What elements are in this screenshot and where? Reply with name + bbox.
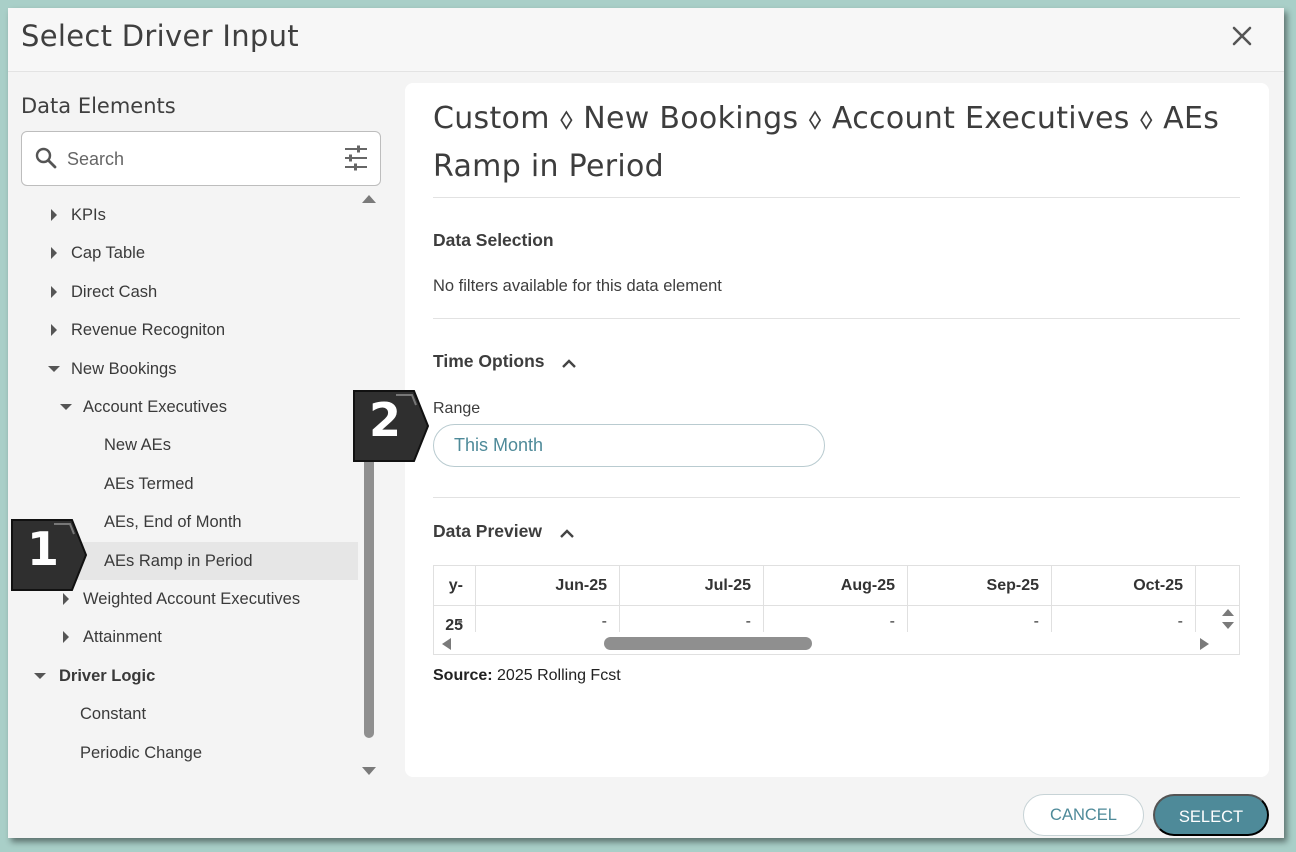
data-preview-grid[interactable]: y-25 Jun-25 Jul-25 Aug-25 Sep-25 Oct-25 -----… [433,565,1240,655]
data-selection-title: Data Selection [433,230,554,250]
filter-settings-icon[interactable] [344,145,368,176]
time-options-title: Time Options [433,351,545,371]
range-label: Range [433,400,481,417]
search-box[interactable] [21,131,381,186]
search-icon [34,146,58,175]
divider [433,318,1240,319]
element-detail-panel: Custom ⬨ New Bookings ⬨ Account Executiv… [405,83,1269,777]
callout-number: 2 [368,393,401,447]
callout-badge-1: 1 [10,518,88,592]
tree-item-label: Account Executives [83,398,227,416]
tree-item[interactable]: Attainment [21,618,358,656]
column-header: Sep-25 [908,566,1052,605]
caret-down-icon[interactable] [33,657,47,695]
column-header [1196,566,1239,605]
tree-item[interactable]: Account Executives [21,388,358,426]
grid-horizontal-scroll[interactable] [434,632,1239,654]
data-preview-header: Data Preview [433,521,575,543]
grid-cell: - [764,606,908,632]
tree-item[interactable]: Driver Logic [21,657,358,695]
grid-header-row: y-25 Jun-25 Jul-25 Aug-25 Sep-25 Oct-25 [434,566,1239,634]
tree-item[interactable]: Direct Cash [21,273,358,311]
grid-cell: - [908,606,1052,632]
scroll-down-arrow-icon [362,767,376,775]
tree-item[interactable]: Cap Table [21,234,358,272]
tree-item-label: Periodic Change [80,743,202,762]
callout-badge-2: 2 [352,389,430,463]
data-source: Source: 2025 Rolling Fcst [433,667,621,685]
tree-item-label: AEs Ramp in Period [104,551,253,570]
tree-item-label: Weighted Account Executives [83,590,301,608]
tree-item[interactable]: Revenue Recogniton [21,311,358,349]
tree-item-label: New AEs [104,436,171,455]
divider [433,197,1240,198]
grid-cell: - [434,606,476,632]
data-elements-tree: KPIs Cap Table Direct Cash Revenue Recognit… [21,196,359,786]
tree-item-label: New Bookings [71,359,177,378]
grid-cell: - [476,606,620,632]
scroll-up-arrow-icon [362,195,376,203]
callout-number: 1 [26,522,59,576]
tree-scroll-thumb[interactable] [364,418,374,738]
close-icon[interactable] [1228,22,1256,50]
column-header: y-25 [434,566,476,634]
caret-right-icon[interactable] [47,311,61,349]
tree-item-label: Cap Table [71,244,146,263]
caret-right-icon[interactable] [47,234,61,272]
scroll-left-arrow-icon[interactable] [440,637,452,654]
column-header: Oct-25 [1052,566,1196,605]
select-driver-input-dialog: Select Driver Input Data Elements KPIs Ca… [8,8,1284,838]
tree-item-label: Driver Logic [59,666,156,685]
range-select[interactable]: This Month [433,424,825,467]
tree-item[interactable]: Periodic Change [21,734,358,772]
tree-item[interactable]: Constant [21,695,358,733]
tree-item-label: Direct Cash [71,282,158,301]
tree-item[interactable]: New AEs [21,426,358,464]
tree-item-label: Attainment [83,628,162,647]
tree-item-label: AEs, End of Month [104,513,242,532]
tree-item-label: Constant [80,705,147,724]
tree-item-label: KPIs [71,206,106,224]
source-value: 2025 Rolling Fcst [497,667,621,684]
chevron-up-icon[interactable] [559,522,575,543]
tree-item[interactable]: AEs Termed [21,465,358,503]
tree-item-label: Revenue Recogniton [71,321,226,340]
grid-data-row: ------ [434,606,1239,632]
chevron-up-icon[interactable] [561,352,577,373]
grid-scroll-thumb[interactable] [604,637,812,650]
grid-cell: - [1052,606,1196,632]
search-input[interactable] [67,142,337,176]
column-header: Jul-25 [620,566,764,605]
element-breadcrumb: Custom ⬨ New Bookings ⬨ Account Executiv… [433,101,1220,184]
caret-right-icon[interactable] [47,196,61,234]
column-header: Aug-25 [764,566,908,605]
column-header: Jun-25 [476,566,620,605]
tree-item-label: AEs Termed [104,474,194,493]
caret-right-icon[interactable] [59,618,73,656]
data-preview-title: Data Preview [433,521,542,541]
time-options-header: Time Options [433,351,577,373]
tree-item[interactable]: KPIs [21,196,358,234]
scroll-right-arrow-icon[interactable] [1199,637,1211,654]
grid-cell: - [620,606,764,632]
caret-right-icon[interactable] [47,273,61,311]
caret-down-icon[interactable] [47,350,61,388]
tree-item[interactable]: New Bookings [21,350,358,388]
dialog-header: Select Driver Input [8,8,1284,72]
cancel-button[interactable]: CANCEL [1023,794,1144,836]
select-button[interactable]: SELECT [1153,794,1269,836]
data-elements-title: Data Elements [21,94,176,118]
divider [433,497,1240,498]
dialog-title: Select Driver Input [21,19,299,53]
caret-down-icon[interactable] [59,388,73,426]
no-filters-message: No filters available for this data eleme… [433,277,722,295]
source-label: Source: [433,667,493,684]
